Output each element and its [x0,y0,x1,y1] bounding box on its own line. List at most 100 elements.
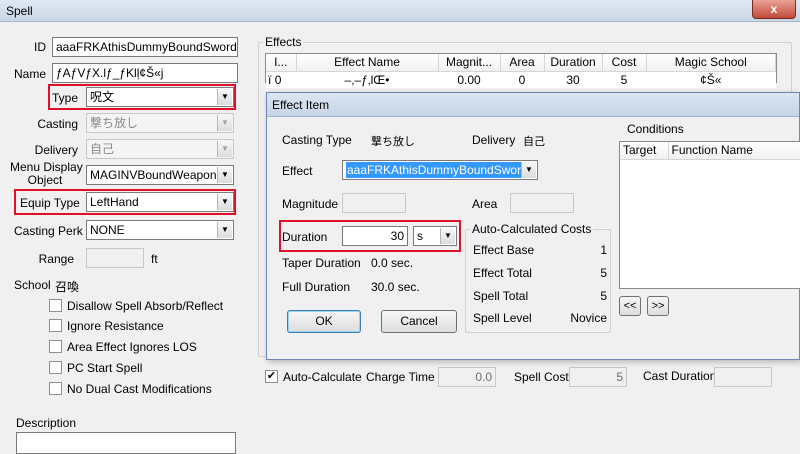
costs-group-title: Auto-Calculated Costs [470,222,594,236]
taper-duration-label: Taper Duration [282,256,361,270]
range-field[interactable] [86,248,144,268]
table-row[interactable]: ï 0 –,–ƒ‚lŒ• 0.00 0 30 5 ¢Š« [266,71,776,88]
magnitude-label: Magnitude [282,197,339,211]
spell-cost-label: Spell Cost [514,370,569,384]
casting-type-value: 撃ち放し [371,136,415,148]
type-select[interactable]: 呪文 ▼ [86,87,234,107]
effect-row-index-value: 0 [274,72,282,87]
delivery-select[interactable]: 自己 ▼ [86,139,234,159]
description-field[interactable] [16,432,236,454]
area-label: Area [472,197,498,211]
effects-col-index[interactable]: I... [266,54,297,72]
checkbox-area-ignores-los-label: Area Effect Ignores LOS [67,340,197,354]
effect-row-duration: 30 [566,72,580,87]
school-value: 召喚 [55,280,80,294]
chevron-down-icon[interactable]: ▼ [217,115,232,131]
auto-calculate-checkbox[interactable]: ✔ [265,370,278,383]
effect-row-area: 0 [518,72,526,87]
chevron-down-icon[interactable]: ▼ [440,228,455,244]
effect-delivery-label: Delivery [472,133,516,147]
taper-duration-value: 0.0 sec. [371,256,414,270]
checkbox-ignore-resistance[interactable] [49,319,62,332]
duration-unit-value: s [417,229,423,243]
effects-col-magnitude[interactable]: Magnit... [438,54,501,72]
effects-table: I... Effect Name Magnit... Area Duration… [266,54,776,88]
conditions-list[interactable] [619,141,800,289]
delivery-value: 自己 [90,142,115,156]
cast-duration-field[interactable] [714,367,772,387]
spell-total-label: Spell Total [473,289,529,303]
chevron-down-icon[interactable]: ▼ [217,194,232,210]
range-unit: ft [151,252,158,266]
effect-item-dialog: Effect Item Casting Type 撃ち放し Delivery 自… [266,92,800,360]
ok-button[interactable]: OK [287,310,361,333]
cancel-button[interactable]: Cancel [381,310,457,333]
conditions-col-function[interactable]: Function Name [668,142,800,160]
charge-time-field[interactable]: 0.0 [438,367,496,387]
checkbox-ignore-resistance-label: Ignore Resistance [67,319,164,333]
effect-row-school: ¢Š« [700,72,722,87]
menu-display-label: Menu Display Object [10,161,83,187]
full-duration-label: Full Duration [282,280,351,294]
checkbox-disallow-absorb[interactable] [49,299,62,312]
range-label: Range [38,252,74,266]
casting-select[interactable]: 撃ち放し ▼ [86,113,234,133]
effect-delivery-value: 自己 [523,136,545,148]
effect-item-title: Effect Item [272,98,330,112]
conditions-col-target[interactable]: Target [620,142,669,160]
close-icon: x [770,2,778,16]
id-field[interactable]: aaaFRKAthisDummyBoundSword [52,37,238,57]
school-label: School [14,278,51,292]
cast-duration-label: Cast Duration [643,369,717,383]
spell-level-value: Novice [570,311,607,325]
name-label: Name [13,67,46,81]
next-condition-button[interactable]: >> [647,296,669,316]
name-field[interactable]: ƒAƒVƒX.lƒ_ƒKlļ¢Š«j [52,63,238,83]
effect-row-name: –,–ƒ‚lŒ• [344,72,390,87]
conditions-table: Target Function Name [620,142,800,160]
spell-total-value: 5 [600,289,607,303]
effect-select[interactable]: aaaFRKAthisDummyBoundSwordLeft ▼ [342,160,538,180]
checkbox-pc-start-spell[interactable] [49,361,62,374]
equip-type-label: Equip Type [20,196,80,210]
casting-perk-label: Casting Perk [14,224,83,238]
chevron-down-icon[interactable]: ▼ [521,162,536,178]
casting-type-label: Casting Type [282,133,352,147]
effect-row-index: ï 0 [266,71,296,88]
effect-value-wrap: aaaFRKAthisDummyBoundSwordLeft [346,161,524,183]
chevron-down-icon[interactable]: ▼ [217,141,232,157]
auto-calculate-label: Auto-Calculate [283,370,362,384]
effects-col-school[interactable]: Magic School [646,54,776,72]
close-button[interactable]: x [752,0,796,19]
menu-display-value: MAGINVBoundWeapon [90,168,217,182]
magnitude-field[interactable] [342,193,406,213]
checkbox-area-ignores-los[interactable] [49,340,62,353]
menu-display-label-line2: Object [27,173,63,187]
duration-field[interactable]: 30 [342,226,408,246]
checkbox-no-dual-cast[interactable] [49,382,62,395]
window-titlebar: Spell x [0,0,800,22]
effect-base-label: Effect Base [473,243,535,257]
casting-perk-select[interactable]: NONE ▼ [86,220,234,240]
effect-row-cost: 5 [620,72,628,87]
area-field[interactable] [510,193,574,213]
effects-col-name[interactable]: Effect Name [296,54,439,72]
duration-label: Duration [282,230,328,244]
duration-unit-select[interactable]: s ▼ [413,226,457,246]
effects-col-area[interactable]: Area [500,54,545,72]
effects-col-duration[interactable]: Duration [544,54,603,72]
checkbox-disallow-absorb-label: Disallow Spell Absorb/Reflect [67,299,224,313]
auto-calculate-check-icon: ✔ [266,370,277,382]
equip-type-select[interactable]: LeftHand ▼ [86,192,234,212]
type-value: 呪文 [90,90,115,104]
checkbox-no-dual-cast-label: No Dual Cast Modifications [67,382,212,396]
prev-condition-button[interactable]: << [619,296,641,316]
spell-cost-field[interactable]: 5 [569,367,627,387]
charge-time-label: Charge Time [366,370,435,384]
chevron-down-icon[interactable]: ▼ [217,89,232,105]
effects-col-cost[interactable]: Cost [602,54,647,72]
chevron-down-icon[interactable]: ▼ [217,222,232,238]
menu-display-select[interactable]: MAGINVBoundWeapon ▼ [86,165,234,185]
description-label: Description [16,416,77,430]
chevron-down-icon[interactable]: ▼ [217,167,232,183]
